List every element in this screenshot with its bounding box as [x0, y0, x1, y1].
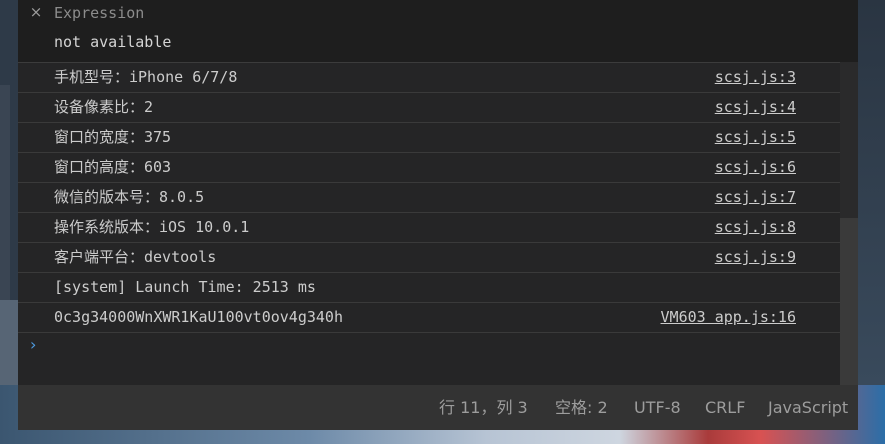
language-mode[interactable]: JavaScript: [768, 385, 848, 430]
log-message: 0c3g34000WnXWR1KaU100vt0ov4g340h: [54, 308, 343, 326]
log-row: [system] Launch Time: 2513 ms: [18, 273, 858, 303]
scrollbar-thumb[interactable]: [840, 218, 858, 385]
log-row: 设备像素比：2 scsj.js:4: [18, 93, 858, 123]
log-source-link[interactable]: scsj.js:6: [715, 153, 796, 182]
log-row: 0c3g34000WnXWR1KaU100vt0ov4g340h VM603 a…: [18, 303, 858, 333]
chevron-right-icon: ›: [30, 335, 37, 354]
log-row: 窗口的高度：603 scsj.js:6: [18, 153, 858, 183]
console-log: 手机型号：iPhone 6/7/8 scsj.js:3 设备像素比：2 scsj…: [18, 63, 858, 333]
line-ending-selector[interactable]: CRLF: [705, 385, 745, 430]
watch-expression: × Expression not available: [18, 0, 858, 63]
log-message: 设备像素比：2: [54, 98, 154, 116]
right-window-edge: [858, 0, 885, 385]
status-bar: 行 11，列 3 空格: 2 UTF-8 CRLF JavaScript: [18, 385, 858, 430]
log-message: 窗口的高度：603: [54, 158, 172, 176]
left-edge-highlight: [0, 300, 18, 385]
scrollbar-track[interactable]: [840, 62, 858, 218]
console-input[interactable]: [54, 333, 838, 359]
close-icon[interactable]: ×: [28, 2, 44, 22]
log-source-link[interactable]: scsj.js:8: [715, 213, 796, 242]
log-row: 操作系统版本：iOS 10.0.1 scsj.js:8: [18, 213, 858, 243]
indentation-setting[interactable]: 空格: 2: [555, 385, 608, 430]
log-message: 微信的版本号：8.0.5: [54, 188, 205, 206]
log-source-link[interactable]: scsj.js:9: [715, 243, 796, 272]
expression-label: Expression: [54, 4, 145, 22]
log-message: 操作系统版本：iOS 10.0.1: [54, 218, 250, 236]
log-source-link[interactable]: VM603 app.js:16: [661, 303, 796, 332]
log-message: [system] Launch Time: 2513 ms: [54, 278, 316, 296]
log-message: 客户端平台：devtools: [54, 248, 217, 266]
log-message: 手机型号：iPhone 6/7/8: [54, 68, 238, 86]
log-row: 微信的版本号：8.0.5 scsj.js:7: [18, 183, 858, 213]
log-row: 客户端平台：devtools scsj.js:9: [18, 243, 858, 273]
expression-value: not available: [54, 33, 172, 51]
log-source-link[interactable]: scsj.js:3: [715, 63, 796, 92]
log-source-link[interactable]: scsj.js:4: [715, 93, 796, 122]
left-window-edge: [0, 0, 18, 385]
encoding-selector[interactable]: UTF-8: [634, 385, 681, 430]
log-message: 窗口的宽度：375: [54, 128, 172, 146]
log-row: 窗口的宽度：375 scsj.js:5: [18, 123, 858, 153]
log-row: 手机型号：iPhone 6/7/8 scsj.js:3: [18, 63, 858, 93]
console-panel: × Expression not available 手机型号：iPhone 6…: [18, 0, 858, 385]
log-source-link[interactable]: scsj.js:5: [715, 123, 796, 152]
log-source-link[interactable]: scsj.js:7: [715, 183, 796, 212]
cursor-position[interactable]: 行 11，列 3: [439, 385, 528, 430]
